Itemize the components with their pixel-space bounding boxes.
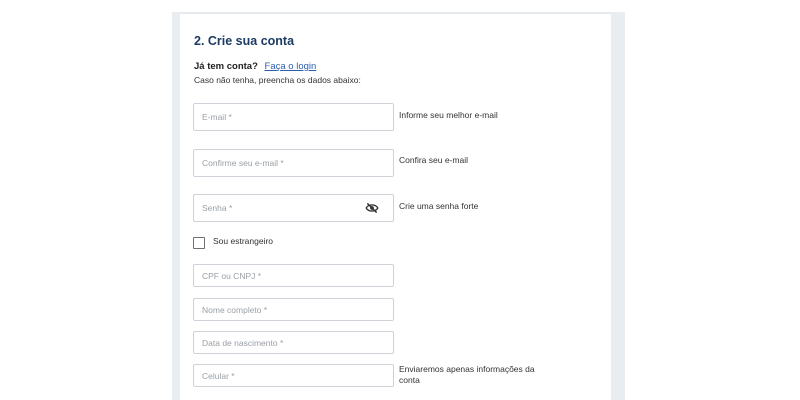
- login-question: Já tem conta?: [194, 61, 258, 72]
- password-field[interactable]: Senha *: [193, 194, 394, 222]
- section-title: 2. Crie sua conta: [194, 34, 295, 48]
- password-placeholder: Senha *: [202, 203, 233, 213]
- page: 2. Crie sua conta Já tem conta? Faça o l…: [0, 0, 800, 400]
- left-gutter: [172, 12, 180, 400]
- confirm-email-hint: Confira seu e-mail: [399, 155, 468, 165]
- phone-hint: Enviaremos apenas informações da conta: [399, 364, 535, 385]
- create-account-card: 2. Crie sua conta Já tem conta? Faça o l…: [180, 12, 611, 400]
- password-hint: Crie uma senha forte: [399, 201, 479, 211]
- email-placeholder: E-mail *: [202, 112, 232, 122]
- phone-placeholder: Celular *: [202, 370, 235, 381]
- birth-date-placeholder: Data de nascimento *: [202, 337, 284, 348]
- birth-date-field[interactable]: Data de nascimento *: [193, 331, 394, 354]
- foreigner-checkbox[interactable]: [193, 237, 205, 249]
- phone-field[interactable]: Celular *: [193, 364, 394, 387]
- email-field[interactable]: E-mail *: [193, 103, 394, 131]
- eye-off-icon[interactable]: [365, 202, 379, 214]
- cpf-cnpj-placeholder: CPF ou CNPJ *: [202, 270, 262, 281]
- form-instructions: Caso não tenha, preencha os dados abaixo…: [194, 75, 361, 85]
- right-gutter: [611, 12, 625, 400]
- login-prompt: Já tem conta? Faça o login: [194, 61, 316, 72]
- login-link[interactable]: Faça o login: [265, 61, 317, 72]
- email-hint: Informe seu melhor e-mail: [399, 110, 498, 120]
- full-name-field[interactable]: Nome completo *: [193, 298, 394, 321]
- cpf-cnpj-field[interactable]: CPF ou CNPJ *: [193, 264, 394, 287]
- full-name-placeholder: Nome completo *: [202, 304, 268, 315]
- foreigner-label[interactable]: Sou estrangeiro: [213, 236, 273, 246]
- confirm-email-field[interactable]: Confirme seu e-mail *: [193, 149, 394, 177]
- confirm-email-placeholder: Confirme seu e-mail *: [202, 158, 284, 168]
